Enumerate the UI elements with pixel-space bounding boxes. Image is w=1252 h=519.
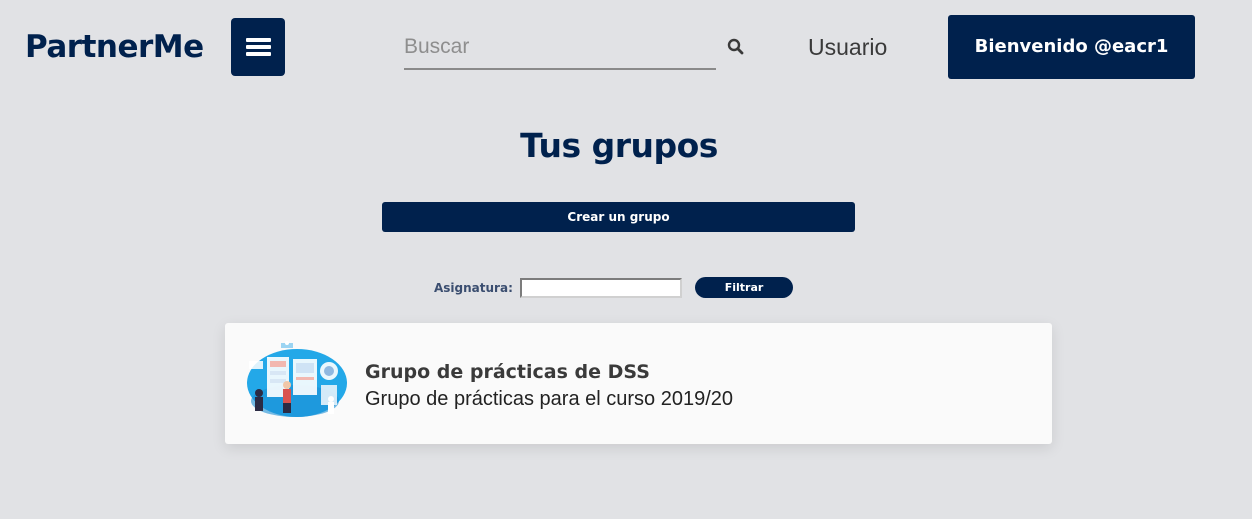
group-description: Grupo de prácticas para el curso 2019/20 [365,388,733,410]
subject-filter-input[interactable] [520,278,682,298]
brand-logo[interactable]: PartnerMe [25,28,204,66]
search-icon[interactable] [727,38,745,56]
page-title: Tus grupos [520,126,718,165]
create-group-button[interactable]: Crear un grupo [382,202,855,232]
search-input[interactable] [404,32,704,62]
group-name[interactable]: Grupo de prácticas de DSS [365,360,650,384]
menu-icon[interactable] [231,18,285,76]
welcome-button[interactable]: Bienvenido @eacr1 [948,15,1195,79]
filter-button[interactable]: Filtrar [695,277,793,298]
user-link[interactable]: Usuario [808,33,887,61]
team-illustration-icon [247,341,347,417]
subject-filter-label: Asignatura: [434,281,513,295]
search-bar [404,28,716,70]
group-card[interactable]: Grupo de prácticas de DSS Grupo de práct… [225,323,1052,444]
